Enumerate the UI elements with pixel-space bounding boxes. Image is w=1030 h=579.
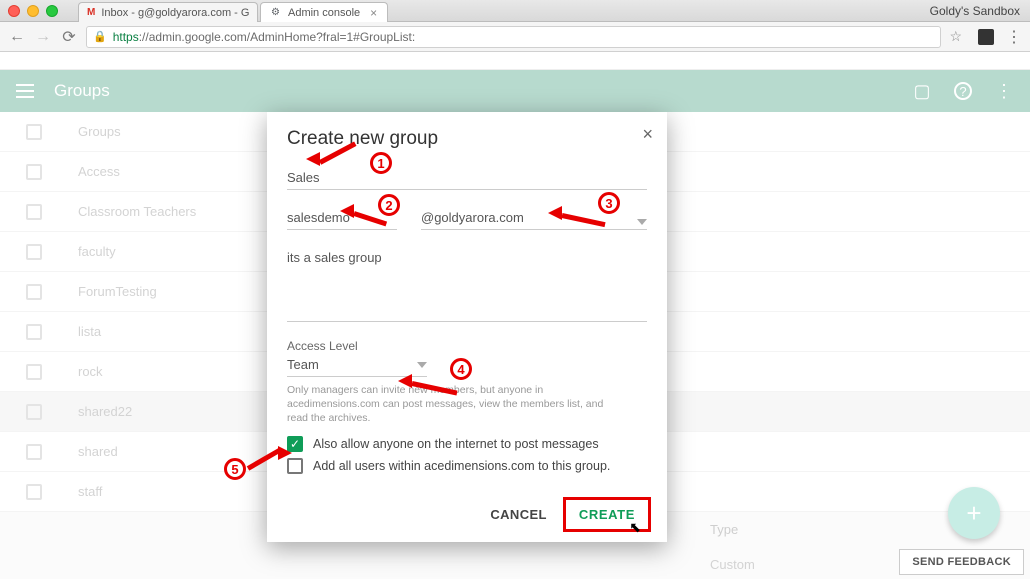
chrome-profile-name[interactable]: Goldy's Sandbox xyxy=(930,4,1020,18)
extension-icon[interactable] xyxy=(978,29,994,45)
group-description-input[interactable]: its a sales group xyxy=(287,248,647,322)
chrome-toolbar: ← → ⟳ 🔒 https://admin.google.com/AdminHo… xyxy=(0,22,1030,52)
page-title: Groups xyxy=(54,81,110,101)
chevron-down-icon xyxy=(417,362,427,368)
allow-internet-checkbox[interactable]: ✓ xyxy=(287,436,303,452)
plus-icon: + xyxy=(966,498,981,529)
domain-value: @goldyarora.com xyxy=(421,210,524,225)
chrome-tab-admin[interactable]: ⚙ Admin console × xyxy=(260,2,388,22)
url-scheme: https xyxy=(113,30,139,44)
chrome-tab-label: Admin console xyxy=(288,7,360,19)
group-email-domain-select[interactable]: @goldyarora.com xyxy=(421,208,647,230)
open-external-icon[interactable]: ▢ xyxy=(912,81,932,101)
gear-icon: ⚙ xyxy=(269,6,282,19)
mac-titlebar: M Inbox - g@goldyarora.com - G × ⚙ Admin… xyxy=(0,0,1030,22)
group-name-input[interactable] xyxy=(287,168,647,190)
bookmark-star-icon[interactable]: ☆ xyxy=(949,28,962,45)
back-icon[interactable]: ← xyxy=(8,28,26,46)
admin-header: Groups ▢ ? ⋮ xyxy=(0,70,1030,112)
forward-icon[interactable]: → xyxy=(34,28,52,46)
menu-icon[interactable] xyxy=(16,84,34,98)
allow-internet-row[interactable]: ✓ Also allow anyone on the internet to p… xyxy=(287,436,647,452)
add-all-users-row[interactable]: Add all users within acedimensions.com t… xyxy=(287,458,647,474)
chrome-tabstrip: M Inbox - g@goldyarora.com - G × ⚙ Admin… xyxy=(78,0,390,22)
add-all-users-checkbox[interactable] xyxy=(287,458,303,474)
traffic-close[interactable] xyxy=(8,5,20,17)
omnibox[interactable]: 🔒 https://admin.google.com/AdminHome?fra… xyxy=(86,26,941,48)
add-group-fab[interactable]: + xyxy=(948,487,1000,539)
create-group-dialog: × Create new group @goldyarora.com its a… xyxy=(267,112,667,542)
traffic-min[interactable] xyxy=(27,5,39,17)
more-icon[interactable]: ⋮ xyxy=(994,81,1014,101)
access-value: Team xyxy=(287,357,319,372)
send-feedback-button[interactable]: SEND FEEDBACK xyxy=(899,549,1024,575)
chrome-tab-label: Inbox - g@goldyarora.com - G xyxy=(101,7,249,19)
help-icon[interactable]: ? xyxy=(954,82,972,100)
reload-icon[interactable]: ⟳ xyxy=(60,27,78,47)
chrome-tab-gmail[interactable]: M Inbox - g@goldyarora.com - G × xyxy=(78,2,258,22)
dialog-title: Create new group xyxy=(287,128,647,150)
cursor-icon: ⬉ xyxy=(629,519,641,536)
groups-table: Groups AccessClassroom TeachersfacultyFo… xyxy=(0,112,1030,579)
close-icon[interactable]: × xyxy=(370,6,377,20)
lock-icon: 🔒 xyxy=(93,30,107,43)
cancel-button[interactable]: CANCEL xyxy=(480,498,557,531)
url-rest: ://admin.google.com/AdminHome?fral=1#Gro… xyxy=(139,30,415,44)
access-hint-text: Only managers can invite new members, bu… xyxy=(287,383,627,426)
access-level-select[interactable]: Team xyxy=(287,357,427,377)
admin-top-sliver xyxy=(0,52,1030,70)
chrome-menu-icon[interactable]: ⋮ xyxy=(1006,27,1022,47)
chevron-down-icon xyxy=(637,219,647,225)
group-email-local-input[interactable] xyxy=(287,208,397,230)
close-icon[interactable]: × xyxy=(642,124,653,145)
access-level-label: Access Level xyxy=(287,339,647,353)
gmail-icon: M xyxy=(87,6,95,19)
add-all-users-label: Add all users within acedimensions.com t… xyxy=(313,459,610,473)
allow-internet-label: Also allow anyone on the internet to pos… xyxy=(313,437,599,451)
traffic-zoom[interactable] xyxy=(46,5,58,17)
